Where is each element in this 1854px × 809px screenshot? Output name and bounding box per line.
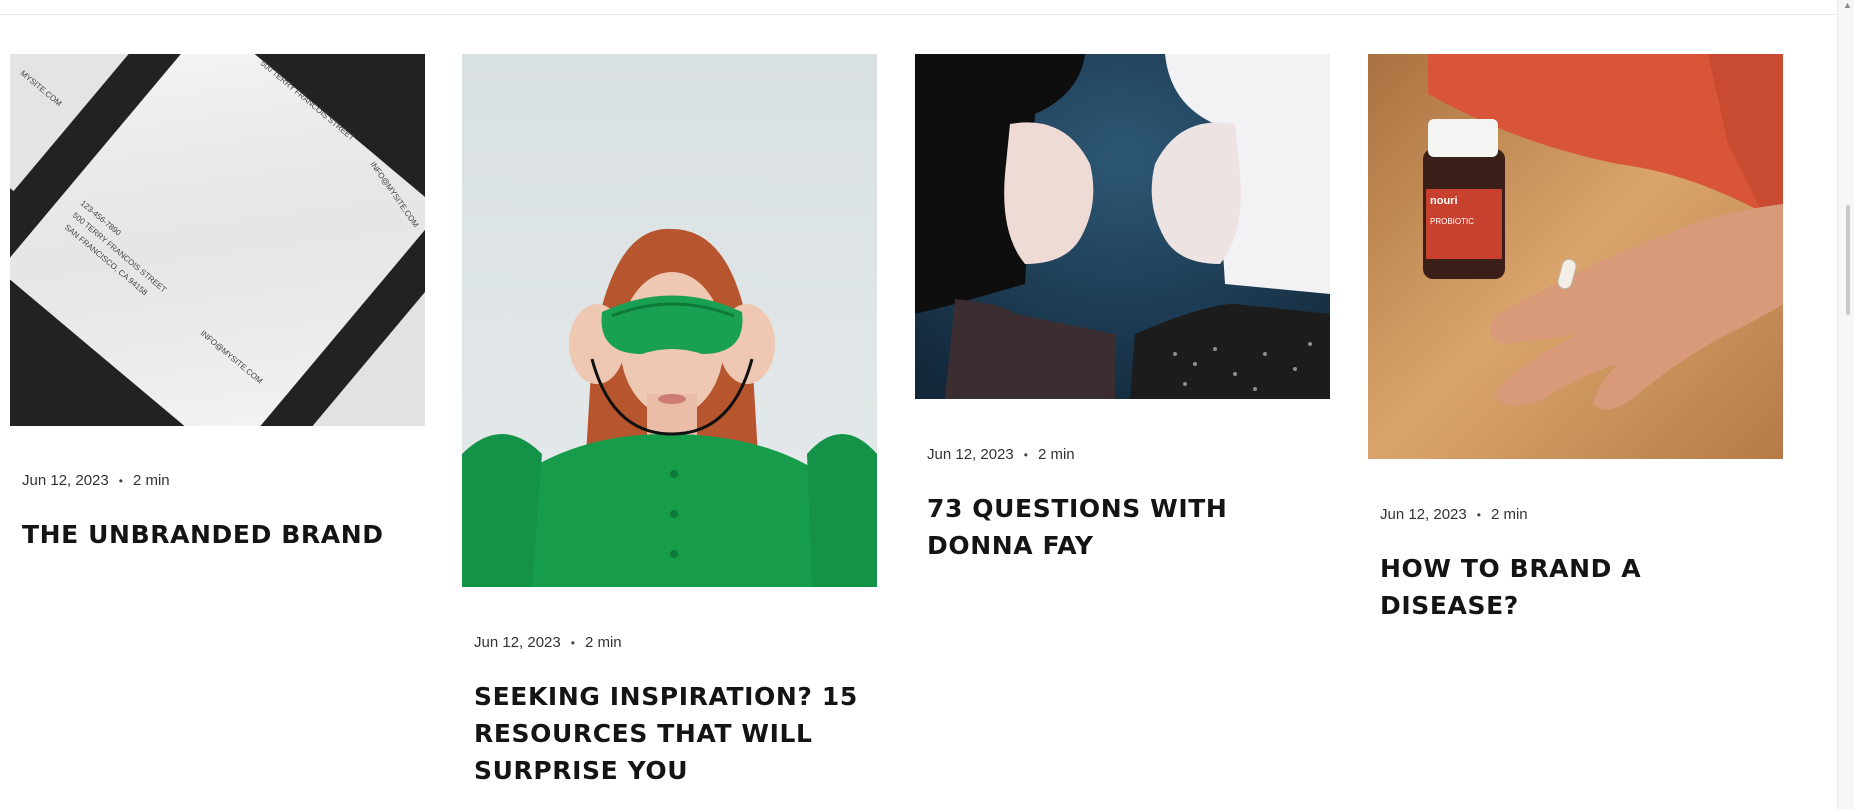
scrollbar-thumb[interactable] [1846, 205, 1850, 315]
post-image[interactable]: nouri PROBIOTIC [1368, 54, 1783, 459]
meta-separator: • [1476, 507, 1481, 522]
post-card[interactable]: nouri PROBIOTIC Jun 12, 2023 • 2 min HOW… [1368, 54, 1783, 620]
post-title[interactable]: 73 QUESTIONS WITH DONNA FAY [927, 490, 1327, 564]
post-image[interactable]: 123-456-7890 500 TERRY FRANCOIS STREET S… [10, 54, 425, 426]
meta-separator: • [570, 635, 575, 650]
post-read-time: 2 min [584, 634, 622, 651]
vertical-scrollbar[interactable]: ▲ [1837, 0, 1854, 809]
post-card[interactable]: Jun 12, 2023 • 2 min 73 QUESTIONS WITH D… [915, 54, 1330, 560]
post-date: Jun 12, 2023 [927, 446, 1014, 463]
post-read-time: 2 min [1490, 506, 1528, 523]
post-meta: Jun 12, 2023 • 2 min [927, 446, 1075, 463]
post-meta: Jun 12, 2023 • 2 min [22, 472, 170, 489]
svg-text:nouri: nouri [1430, 195, 1458, 207]
meta-separator: • [1023, 447, 1028, 462]
meta-separator: • [118, 473, 123, 488]
eye-mask-illustration [462, 54, 877, 587]
post-meta: Jun 12, 2023 • 2 min [1380, 506, 1528, 523]
post-image[interactable] [915, 54, 1330, 399]
post-date: Jun 12, 2023 [22, 472, 109, 489]
post-card[interactable]: Jun 12, 2023 • 2 min SEEKING INSPIRATION… [462, 54, 877, 785]
capsule-hand-illustration: nouri PROBIOTIC [1368, 54, 1783, 459]
post-title[interactable]: SEEKING INSPIRATION? 15 RESOURCES THAT W… [474, 678, 874, 789]
post-card[interactable]: 123-456-7890 500 TERRY FRANCOIS STREET S… [10, 54, 425, 549]
post-image[interactable] [462, 54, 877, 587]
post-read-time: 2 min [1037, 446, 1075, 463]
post-meta: Jun 12, 2023 • 2 min [474, 634, 622, 651]
post-title[interactable]: THE UNBRANDED BRAND [22, 516, 422, 553]
top-header-strip [0, 0, 1838, 15]
post-title[interactable]: HOW TO BRAND A DISEASE? [1380, 550, 1780, 624]
business-card-illustration: 123-456-7890 500 TERRY FRANCOIS STREET S… [10, 54, 425, 426]
post-date: Jun 12, 2023 [474, 634, 561, 651]
post-date: Jun 12, 2023 [1380, 506, 1467, 523]
svg-text:PROBIOTIC: PROBIOTIC [1430, 217, 1474, 226]
two-women-illustration [915, 54, 1330, 399]
scroll-up-arrow-icon[interactable]: ▲ [1843, 0, 1852, 10]
post-read-time: 2 min [132, 472, 170, 489]
